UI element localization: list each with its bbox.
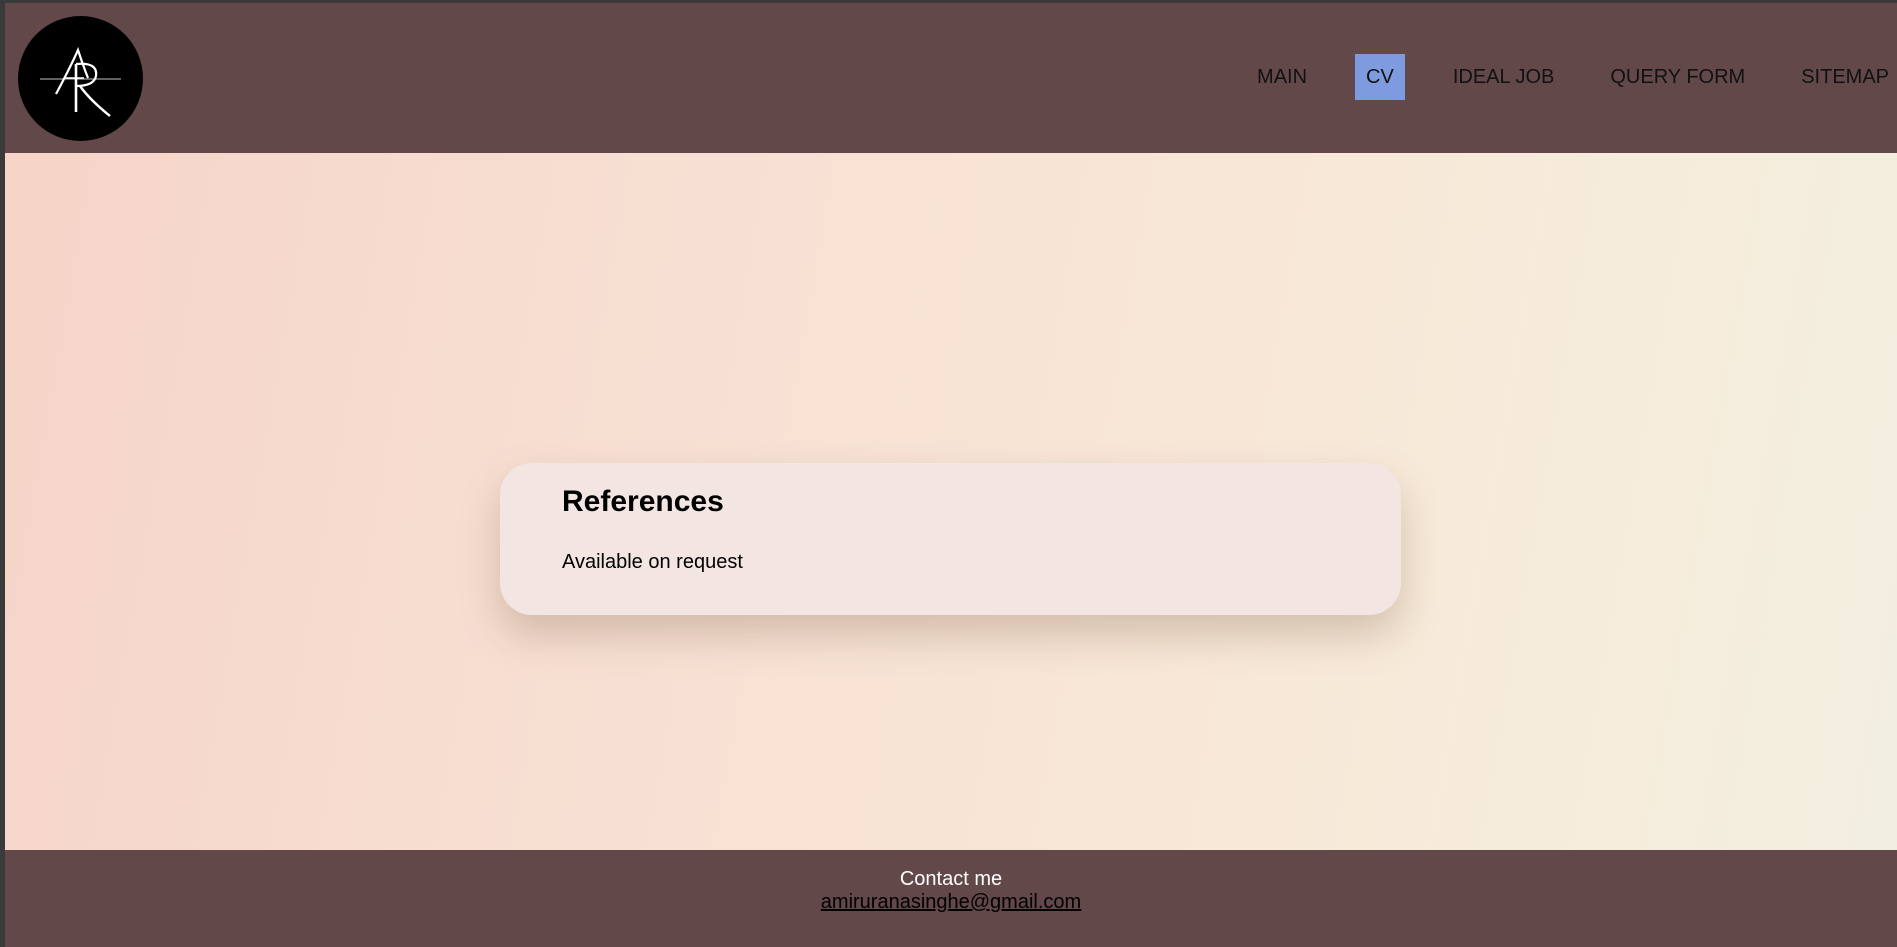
monogram-logo-icon	[40, 46, 121, 117]
section-heading: References	[562, 485, 724, 518]
nav-item-sitemap[interactable]: SITEMAP	[1793, 54, 1897, 100]
nav-item-main[interactable]: MAIN	[1249, 54, 1315, 100]
site-header: MAIN CV IDEAL JOB QUERY FORM SITEMAP	[5, 3, 1897, 153]
site-logo[interactable]	[18, 16, 143, 141]
nav-item-ideal-job[interactable]: IDEAL JOB	[1445, 54, 1563, 100]
nav-item-query-form[interactable]: QUERY FORM	[1602, 54, 1753, 100]
main-content: References Available on request	[5, 153, 1897, 850]
main-nav: MAIN CV IDEAL JOB QUERY FORM SITEMAP	[1209, 54, 1897, 100]
contact-title: Contact me	[899, 868, 1003, 890]
references-text: Available on request	[562, 551, 743, 573]
page-frame: MAIN CV IDEAL JOB QUERY FORM SITEMAP Ref…	[5, 3, 1897, 947]
references-card: References Available on request	[500, 463, 1401, 615]
site-footer: Contact me amiruranasinghe@gmail.com	[5, 850, 1897, 947]
email-link[interactable]: amiruranasinghe@gmail.com	[821, 891, 1081, 914]
nav-item-cv[interactable]: CV	[1355, 54, 1405, 100]
